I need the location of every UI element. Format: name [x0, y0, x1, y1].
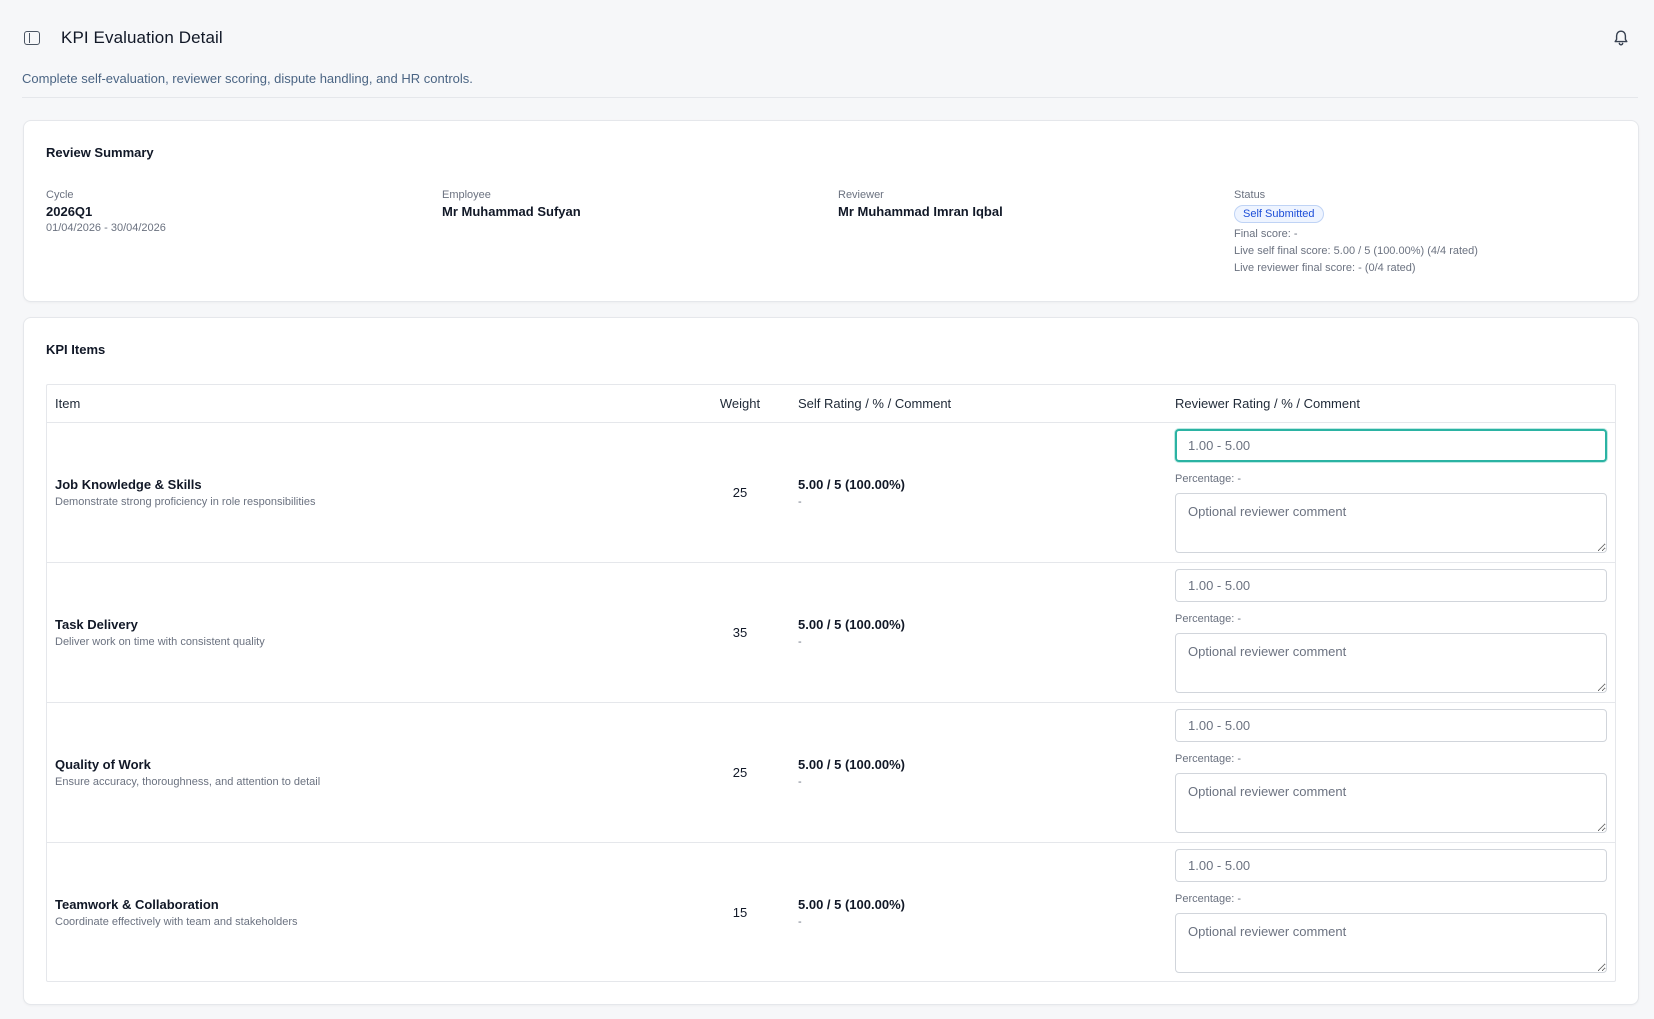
- page-title: KPI Evaluation Detail: [61, 28, 223, 47]
- table-row: Teamwork & Collaboration Coordinate effe…: [47, 843, 1615, 983]
- reviewer-field: Reviewer Mr Muhammad Imran Iqbal: [838, 189, 1003, 219]
- self-rating: 5.00 / 5 (100.00%): [798, 617, 905, 632]
- reviewer-comment-field[interactable]: [1175, 913, 1607, 973]
- bell-icon[interactable]: [1613, 29, 1629, 47]
- reviewer-percentage: Percentage: -: [1175, 753, 1242, 765]
- review-summary-title: Review Summary: [46, 145, 154, 160]
- column-header-reviewer: Reviewer Rating / % / Comment: [1175, 396, 1360, 411]
- item-description: Demonstrate strong proficiency in role r…: [55, 496, 316, 508]
- self-comment: -: [798, 916, 802, 928]
- status-badge: Self Submitted: [1234, 205, 1324, 223]
- reviewer-rating-input[interactable]: [1175, 849, 1607, 882]
- self-rating: 5.00 / 5 (100.00%): [798, 757, 905, 772]
- live-reviewer-score: Live reviewer final score: - (0/4 rated): [1234, 262, 1416, 274]
- column-header-weight: Weight: [719, 396, 761, 411]
- page: KPI Evaluation Detail Complete self-eval…: [0, 0, 1654, 1019]
- item-name: Job Knowledge & Skills: [55, 477, 202, 492]
- kpi-table: Item Weight Self Rating / % / Comment Re…: [46, 384, 1616, 982]
- reviewer-percentage: Percentage: -: [1175, 473, 1242, 485]
- column-header-item: Item: [55, 396, 81, 411]
- reviewer-rating-input[interactable]: [1175, 569, 1607, 602]
- sidebar-toggle-icon[interactable]: [24, 31, 40, 45]
- reviewer-rating-input[interactable]: [1175, 709, 1607, 742]
- reviewer-percentage: Percentage: -: [1175, 893, 1242, 905]
- table-row: Quality of Work Ensure accuracy, thoroug…: [47, 703, 1615, 843]
- cycle-label: Cycle: [46, 189, 74, 201]
- status-label: Status: [1234, 189, 1266, 201]
- item-name: Quality of Work: [55, 757, 151, 772]
- status-field: Status Self Submitted Final score: - Liv…: [1234, 189, 1478, 274]
- item-weight: 15: [732, 905, 748, 920]
- self-rating: 5.00 / 5 (100.00%): [798, 897, 905, 912]
- item-description: Ensure accuracy, thoroughness, and atten…: [55, 776, 321, 788]
- table-row: Job Knowledge & Skills Demonstrate stron…: [47, 423, 1615, 563]
- reviewer-comment-field[interactable]: [1175, 633, 1607, 693]
- cycle-field: Cycle 2026Q1 01/04/2026 - 30/04/2026: [46, 189, 166, 234]
- kpi-items-card: KPI Items Item Weight Self Rating / % / …: [23, 317, 1639, 1005]
- self-comment: -: [798, 776, 802, 788]
- self-rating: 5.00 / 5 (100.00%): [798, 477, 905, 492]
- item-name: Task Delivery: [55, 617, 138, 632]
- employee-field: Employee Mr Muhammad Sufyan: [442, 189, 581, 219]
- item-weight: 25: [732, 765, 748, 780]
- item-weight: 25: [732, 485, 748, 500]
- live-self-score: Live self final score: 5.00 / 5 (100.00%…: [1234, 245, 1478, 257]
- item-description: Coordinate effectively with team and sta…: [55, 916, 298, 928]
- cycle-dates: 01/04/2026 - 30/04/2026: [46, 222, 166, 234]
- column-header-self: Self Rating / % / Comment: [798, 396, 952, 411]
- table-header: Item Weight Self Rating / % / Comment Re…: [47, 385, 1615, 423]
- employee-label: Employee: [442, 189, 491, 201]
- review-summary-card: Review Summary Cycle 2026Q1 01/04/2026 -…: [23, 120, 1639, 302]
- reviewer-value: Mr Muhammad Imran Iqbal: [838, 204, 1003, 219]
- reviewer-percentage: Percentage: -: [1175, 613, 1242, 625]
- item-description: Deliver work on time with consistent qua…: [55, 636, 265, 648]
- header-divider: [22, 97, 1638, 98]
- cycle-value: 2026Q1: [46, 204, 93, 219]
- employee-value: Mr Muhammad Sufyan: [442, 204, 581, 219]
- top-bar: KPI Evaluation Detail: [0, 0, 1654, 78]
- final-score: Final score: -: [1234, 228, 1298, 240]
- reviewer-label: Reviewer: [838, 189, 884, 201]
- self-comment: -: [798, 636, 802, 648]
- reviewer-comment-field[interactable]: [1175, 493, 1607, 553]
- reviewer-rating-input[interactable]: [1175, 429, 1607, 462]
- reviewer-comment-field[interactable]: [1175, 773, 1607, 833]
- self-comment: -: [798, 496, 802, 508]
- item-weight: 35: [732, 625, 748, 640]
- item-name: Teamwork & Collaboration: [55, 897, 219, 912]
- kpi-items-title: KPI Items: [46, 342, 106, 357]
- table-row: Task Delivery Deliver work on time with …: [47, 563, 1615, 703]
- page-subtitle: Complete self-evaluation, reviewer scori…: [22, 71, 473, 86]
